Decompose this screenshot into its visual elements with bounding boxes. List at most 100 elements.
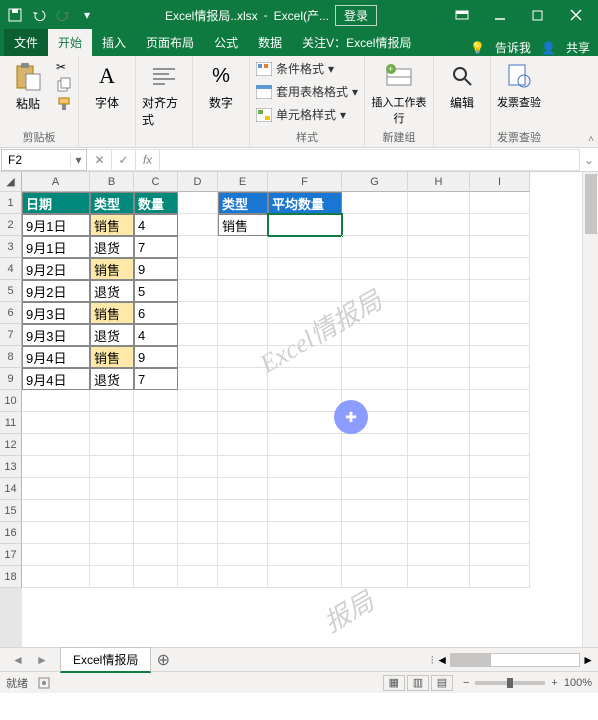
cell-A15[interactable] [22, 500, 90, 522]
cell-D16[interactable] [178, 522, 218, 544]
sheet-nav[interactable]: ◄► [0, 653, 60, 667]
cell-C18[interactable] [134, 566, 178, 588]
col-header-I[interactable]: I [470, 172, 530, 192]
cell-D17[interactable] [178, 544, 218, 566]
cell-C8[interactable]: 9 [134, 346, 178, 368]
cell-D15[interactable] [178, 500, 218, 522]
cell-B17[interactable] [90, 544, 134, 566]
cell-F8[interactable] [268, 346, 342, 368]
cell-F12[interactable] [268, 434, 342, 456]
cell-B7[interactable]: 退货 [90, 324, 134, 346]
col-header-A[interactable]: A [22, 172, 90, 192]
cell-A9[interactable]: 9月4日 [22, 368, 90, 390]
cell-F5[interactable] [268, 280, 342, 302]
cell-B8[interactable]: 销售 [90, 346, 134, 368]
cell-D2[interactable] [178, 214, 218, 236]
cell-D6[interactable] [178, 302, 218, 324]
expand-formula-icon[interactable]: ⌄ [580, 153, 598, 167]
cell-G3[interactable] [342, 236, 408, 258]
cell-B2[interactable]: 销售 [90, 214, 134, 236]
cancel-formula-icon[interactable]: ✕ [88, 149, 112, 171]
cell-I11[interactable] [470, 412, 530, 434]
cell-F4[interactable] [268, 258, 342, 280]
row-header-7[interactable]: 7 [0, 324, 22, 346]
col-header-D[interactable]: D [178, 172, 218, 192]
font-button[interactable]: A 字体 [85, 60, 129, 111]
cell-E1[interactable]: 类型 [218, 192, 268, 214]
col-header-G[interactable]: G [342, 172, 408, 192]
qat-dropdown-icon[interactable]: ▾ [76, 4, 98, 26]
cell-H8[interactable] [408, 346, 470, 368]
cell-H13[interactable] [408, 456, 470, 478]
cell-B5[interactable]: 退货 [90, 280, 134, 302]
cell-D9[interactable] [178, 368, 218, 390]
add-sheet-button[interactable]: ⊕ [151, 650, 175, 670]
row-header-18[interactable]: 18 [0, 566, 22, 588]
cell-G9[interactable] [342, 368, 408, 390]
cell-E17[interactable] [218, 544, 268, 566]
cell-I4[interactable] [470, 258, 530, 280]
row-header-17[interactable]: 17 [0, 544, 22, 566]
fx-icon[interactable]: fx [136, 149, 160, 171]
cell-B13[interactable] [90, 456, 134, 478]
close-icon[interactable] [558, 0, 594, 30]
cell-B14[interactable] [90, 478, 134, 500]
cell-I15[interactable] [470, 500, 530, 522]
cell-H12[interactable] [408, 434, 470, 456]
cell-E16[interactable] [218, 522, 268, 544]
minimize-icon[interactable] [482, 0, 518, 30]
cell-B9[interactable]: 退货 [90, 368, 134, 390]
formula-input[interactable] [160, 149, 580, 171]
cell-C5[interactable]: 5 [134, 280, 178, 302]
cell-A10[interactable] [22, 390, 90, 412]
cell-D4[interactable] [178, 258, 218, 280]
cell-D10[interactable] [178, 390, 218, 412]
cell-H3[interactable] [408, 236, 470, 258]
cell-G12[interactable] [342, 434, 408, 456]
cell-C17[interactable] [134, 544, 178, 566]
cut-icon[interactable]: ✂ [56, 60, 72, 74]
row-header-5[interactable]: 5 [0, 280, 22, 302]
cell-I17[interactable] [470, 544, 530, 566]
paste-button[interactable]: 粘贴 [6, 61, 50, 112]
cell-H16[interactable] [408, 522, 470, 544]
cell-E14[interactable] [218, 478, 268, 500]
number-button[interactable]: % 数字 [199, 60, 243, 111]
cell-C15[interactable] [134, 500, 178, 522]
cell-C16[interactable] [134, 522, 178, 544]
cell-C9[interactable]: 7 [134, 368, 178, 390]
row-header-3[interactable]: 3 [0, 236, 22, 258]
cell-F3[interactable] [268, 236, 342, 258]
cell-H15[interactable] [408, 500, 470, 522]
chevron-down-icon[interactable]: ▾ [70, 153, 86, 167]
name-box[interactable]: F2 ▾ [1, 149, 87, 171]
cell-A17[interactable] [22, 544, 90, 566]
horizontal-scrollbar[interactable]: ⁝◄ ► [430, 653, 598, 667]
cell-F15[interactable] [268, 500, 342, 522]
cell-E15[interactable] [218, 500, 268, 522]
cell-G4[interactable] [342, 258, 408, 280]
cell-E2[interactable]: 销售 [218, 214, 268, 236]
cell-B3[interactable]: 退货 [90, 236, 134, 258]
col-header-H[interactable]: H [408, 172, 470, 192]
login-button[interactable]: 登录 [335, 5, 377, 26]
cell-G5[interactable] [342, 280, 408, 302]
cell-H9[interactable] [408, 368, 470, 390]
cell-B4[interactable]: 销售 [90, 258, 134, 280]
sheet-tab-active[interactable]: Excel情报局 [60, 647, 151, 673]
cell-H6[interactable] [408, 302, 470, 324]
row-header-9[interactable]: 9 [0, 368, 22, 390]
cell-H1[interactable] [408, 192, 470, 214]
cell-F14[interactable] [268, 478, 342, 500]
col-header-C[interactable]: C [134, 172, 178, 192]
cell-D12[interactable] [178, 434, 218, 456]
format-as-table-button[interactable]: 套用表格格式▾ [256, 83, 358, 100]
tab-custom[interactable]: 关注V：Excel情报局 [292, 29, 421, 56]
cell-B11[interactable] [90, 412, 134, 434]
row-header-13[interactable]: 13 [0, 456, 22, 478]
cell-H7[interactable] [408, 324, 470, 346]
cell-I5[interactable] [470, 280, 530, 302]
ribbon-options-icon[interactable] [444, 0, 480, 30]
cell-D14[interactable] [178, 478, 218, 500]
cell-I16[interactable] [470, 522, 530, 544]
